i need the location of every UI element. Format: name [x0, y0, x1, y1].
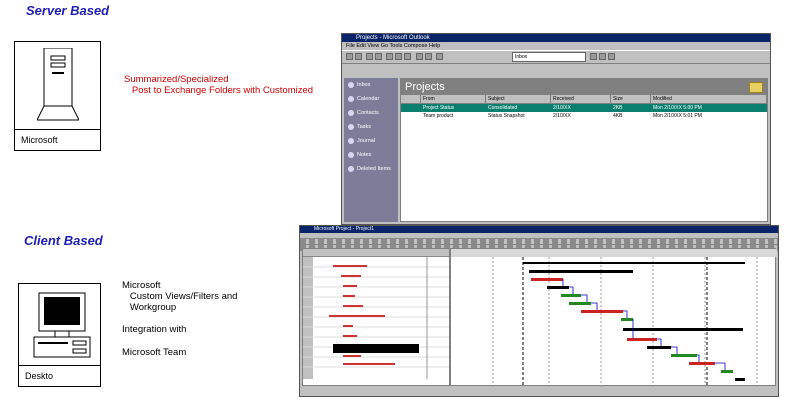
table-cell: Status Snapshot [488, 113, 525, 119]
client-desc3: Microsoft Team [122, 347, 187, 358]
project-gantt-chart [450, 248, 777, 387]
project-statusbar [300, 387, 778, 396]
view-icon[interactable] [590, 53, 597, 60]
folder-title: Projects [405, 81, 445, 93]
project-window: Microsoft Project - Project1 [299, 225, 779, 397]
gantt-bars [451, 249, 777, 387]
outlook-toolbar: Inbox [342, 50, 770, 64]
sidebar-item-inbox[interactable]: Inbox [344, 78, 398, 92]
column-size[interactable]: Size [611, 95, 651, 103]
reply-all-icon[interactable] [395, 53, 402, 60]
calendar-icon [348, 96, 354, 102]
project-titlebar: Microsoft Project - Project1 [300, 226, 778, 233]
table-row[interactable]: Team product Status Snapshot 2/10/XX 4KB… [401, 112, 767, 120]
server-description-line-2: Post to Exchange Folders with Customized [124, 85, 314, 96]
message-icon [401, 112, 421, 120]
column-headers: From Subject Received Size Modified [401, 95, 767, 104]
group-icon[interactable] [608, 53, 615, 60]
notes-icon [348, 152, 354, 158]
find-icon[interactable] [425, 53, 432, 60]
table-cell: 2KB [613, 105, 623, 111]
move-icon[interactable] [366, 53, 373, 60]
outlook-menubar: File Edit View Go Tools Compose Help [346, 43, 441, 49]
print-icon[interactable] [355, 53, 362, 60]
table-cell: Project Status [423, 105, 455, 111]
journal-icon [348, 138, 354, 144]
reply-icon[interactable] [386, 53, 393, 60]
new-icon[interactable] [346, 53, 353, 60]
column-modified[interactable]: Modified [651, 95, 767, 103]
outlook-titlebar: Projects - Microsoft Outlook [342, 34, 770, 42]
column-icons[interactable] [401, 95, 421, 103]
inbox-icon [348, 82, 354, 88]
table-cell: Consolidated [488, 105, 518, 111]
column-from[interactable]: From [421, 95, 486, 103]
sidebar-item-journal[interactable]: Journal [344, 134, 398, 148]
server-device-box: Microsoft [14, 41, 101, 151]
contacts-icon [348, 110, 354, 116]
deleted-items-icon [348, 166, 354, 172]
table-cell: Team product [423, 113, 454, 119]
server-based-heading: Server Based [26, 3, 110, 18]
sidebar-item-notes[interactable]: Notes [344, 148, 398, 162]
column-subject[interactable]: Subject [486, 95, 551, 103]
sidebar-item-deleted[interactable]: Deleted Items [344, 162, 398, 176]
sidebar-item-tasks[interactable]: Tasks [344, 120, 398, 134]
server-device-caption: Microsoft [15, 129, 100, 150]
desktop-computer-icon [33, 292, 91, 358]
table-cell: Mon 2/10/XX 5:00 PM [653, 105, 702, 111]
folder-icon [749, 82, 763, 93]
folder-header: Projects [401, 79, 767, 95]
forward-icon[interactable] [404, 53, 411, 60]
table-cell: Mon 2/10/XX 5:01 PM [653, 113, 702, 119]
desktop-device-box: Deskto [18, 283, 101, 387]
table-row[interactable]: Project Status Consolidated 2/10/XX 2KB … [401, 104, 767, 112]
sidebar-item-contacts[interactable]: Contacts [344, 106, 398, 120]
outlook-content: Projects From Subject Received Size Modi… [400, 78, 768, 222]
message-icon [401, 104, 421, 112]
task-table-header [303, 249, 449, 257]
address-book-icon[interactable] [416, 53, 423, 60]
client-desc2: Integration with [122, 324, 187, 335]
column-received[interactable]: Received [551, 95, 611, 103]
table-cell: 2/10/XX [553, 105, 571, 111]
table-cell: 4KB [613, 113, 623, 119]
outlook-sidebar: Inbox Calendar Contacts Tasks Journal No… [344, 78, 398, 222]
client-based-heading: Client Based [24, 233, 103, 248]
sidebar-item-calendar[interactable]: Calendar [344, 92, 398, 106]
outlook-window: Projects - Microsoft Outlook File Edit V… [341, 33, 771, 225]
tasks-icon [348, 124, 354, 130]
delete-icon[interactable] [375, 53, 382, 60]
task-table-rows [303, 257, 449, 379]
project-task-table [302, 248, 450, 386]
server-tower-icon [37, 48, 79, 121]
desktop-device-caption: Deskto [19, 365, 100, 386]
help-icon[interactable] [436, 53, 443, 60]
folder-dropdown[interactable]: Inbox [512, 52, 586, 62]
table-cell: 2/10/XX [553, 113, 571, 119]
client-desc1-line-3: Workgroup [122, 302, 177, 313]
sort-icon[interactable] [599, 53, 606, 60]
